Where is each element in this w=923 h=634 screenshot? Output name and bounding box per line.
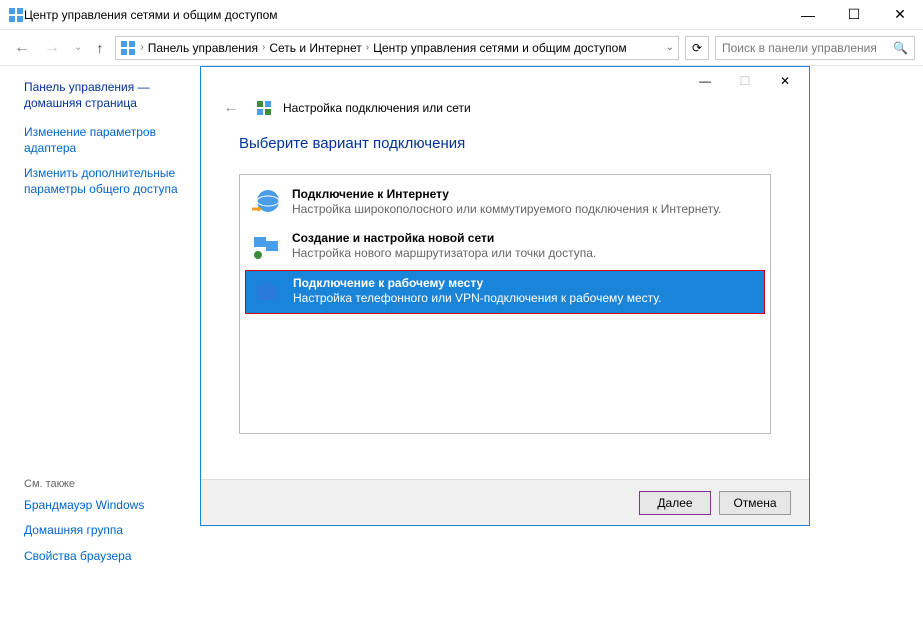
dialog-back-button[interactable]: ← (223, 99, 245, 117)
minimize-button[interactable]: — (785, 0, 831, 29)
sidebar-link-sharing[interactable]: Изменить дополнительные параметры общего… (24, 166, 180, 197)
option-desc: Настройка широкополосного или коммутируе… (292, 202, 721, 216)
globe-icon (250, 187, 282, 219)
network-center-icon (120, 40, 136, 56)
dialog-close-button[interactable]: ✕ (765, 69, 805, 93)
next-button[interactable]: Далее (639, 491, 711, 515)
option-internet[interactable]: Подключение к Интернету Настройка широко… (244, 181, 766, 225)
sidebar-link-firewall[interactable]: Брандмауэр Windows (24, 498, 180, 514)
search-input[interactable]: Поиск в панели управления 🔍 (715, 36, 915, 60)
breadcrumb-sep-icon: › (262, 42, 265, 53)
dialog-titlebar: — ☐ ✕ (201, 67, 809, 95)
sidebar-home[interactable]: Панель управления — домашняя страница (24, 80, 180, 111)
sidebar-seealso: См. также (24, 478, 180, 490)
window-titlebar: Центр управления сетями и общим доступом… (0, 0, 923, 30)
dialog-maximize-button[interactable]: ☐ (725, 69, 765, 93)
connection-wizard-dialog: — ☐ ✕ ← Настройка подключения или сети В… (200, 66, 810, 526)
search-placeholder: Поиск в панели управления (722, 41, 877, 55)
dialog-minimize-button[interactable]: — (685, 69, 725, 93)
sidebar: Панель управления — домашняя страница Из… (0, 66, 190, 634)
address-bar[interactable]: › Панель управления › Сеть и Интернет › … (115, 36, 679, 60)
dialog-title-text: Настройка подключения или сети (283, 101, 471, 115)
breadcrumb-item[interactable]: Сеть и Интернет (269, 41, 361, 55)
window-title: Центр управления сетями и общим доступом (24, 8, 785, 22)
dialog-header: ← Настройка подключения или сети (201, 95, 809, 125)
sidebar-link-browser[interactable]: Свойства браузера (24, 549, 180, 565)
option-title: Создание и настройка новой сети (292, 231, 596, 245)
close-button[interactable]: ✕ (877, 0, 923, 29)
address-dropdown-icon[interactable]: ⌄ (666, 42, 674, 53)
option-title: Подключение к Интернету (292, 187, 721, 201)
recent-dropdown[interactable]: ⌄ (68, 38, 88, 57)
dialog-heading: Выберите вариант подключения (239, 135, 771, 152)
breadcrumb-sep-icon: › (366, 42, 369, 53)
briefcase-icon (251, 276, 283, 308)
back-button[interactable]: ← (8, 35, 36, 61)
maximize-button[interactable]: ☐ (831, 0, 877, 29)
sidebar-link-adapter[interactable]: Изменение параметров адаптера (24, 125, 180, 156)
cancel-button[interactable]: Отмена (719, 491, 791, 515)
up-button[interactable]: ↑ (90, 36, 109, 60)
option-workplace[interactable]: Подключение к рабочему месту Настройка т… (245, 270, 765, 314)
search-icon: 🔍 (893, 41, 908, 55)
breadcrumb-item[interactable]: Панель управления (148, 41, 258, 55)
breadcrumb-item[interactable]: Центр управления сетями и общим доступом (373, 41, 627, 55)
option-title: Подключение к рабочему месту (293, 276, 661, 290)
network-settings-icon (255, 99, 273, 117)
breadcrumb-sep-icon: › (140, 42, 143, 53)
network-center-icon (8, 7, 24, 23)
dialog-body: Выберите вариант подключения Подключение… (201, 125, 809, 434)
option-desc: Настройка телефонного или VPN-подключени… (293, 291, 661, 305)
forward-button[interactable]: → (38, 35, 66, 61)
refresh-button[interactable]: ⟳ (685, 36, 709, 60)
option-new-network[interactable]: Создание и настройка новой сети Настройк… (244, 225, 766, 269)
option-desc: Настройка нового маршрутизатора или точк… (292, 246, 596, 260)
toolbar: ← → ⌄ ↑ › Панель управления › Сеть и Инт… (0, 30, 923, 66)
sidebar-link-homegroup[interactable]: Домашняя группа (24, 523, 180, 539)
router-icon (250, 231, 282, 263)
dialog-footer: Далее Отмена (201, 479, 809, 525)
connection-options-list: Подключение к Интернету Настройка широко… (239, 174, 771, 434)
